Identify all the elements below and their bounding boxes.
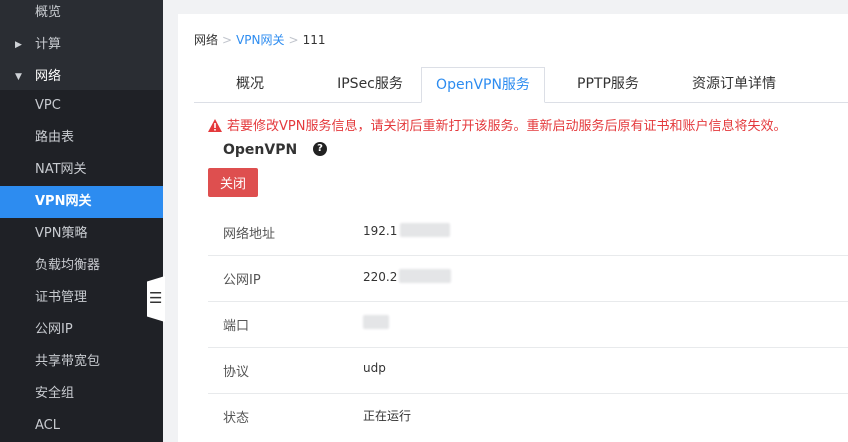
sidebar-item-label: VPN策略 — [35, 226, 88, 241]
tab-ipsec[interactable]: IPSec服务 — [319, 67, 421, 102]
sidebar-item-certificates[interactable]: 证书管理 — [0, 282, 163, 314]
close-service-button[interactable]: 关闭 — [208, 168, 258, 197]
sidebar-item-label: VPN网关 — [35, 194, 92, 209]
sidebar-item-shared-bandwidth[interactable]: 共享带宽包 — [0, 346, 163, 378]
sidebar-item-acl[interactable]: ACL — [0, 410, 163, 442]
sidebar-item-label: 负载均衡器 — [35, 258, 101, 273]
sidebar-item-vpc[interactable]: VPC — [0, 90, 163, 122]
list-collapse-icon: ☰ — [149, 289, 163, 307]
breadcrumb: 网络 > VPN网关 >111 — [194, 31, 325, 48]
detail-value: 正在运行 — [363, 409, 412, 423]
breadcrumb-separator: > — [288, 33, 299, 47]
sidebar-item-nat-gateway[interactable]: NAT网关 — [0, 154, 163, 186]
detail-value — [363, 315, 389, 330]
detail-row-public-ip: 公网IP 220.2 — [208, 255, 848, 302]
tab-order-details[interactable]: 资源订单详情 — [674, 67, 794, 102]
redacted-mask — [363, 315, 389, 329]
warning-icon — [208, 119, 222, 132]
sidebar-item-label: 共享带宽包 — [35, 354, 101, 369]
detail-row-network-address: 网络地址 192.1 — [208, 209, 848, 256]
tab-overview[interactable]: 概况 — [214, 67, 286, 102]
detail-value: 220.2 — [363, 269, 452, 284]
detail-value: udp — [363, 361, 386, 375]
sidebar-item-load-balancer[interactable]: 负载均衡器 — [0, 250, 163, 282]
sidebar-item-overview[interactable]: 概览 — [0, 0, 163, 29]
redacted-mask — [399, 269, 452, 283]
sidebar: 概览 ▶ 计算 ▼ 网络 VPC 路由表 NAT网关 VPN网关 VPN策略 负载均… — [0, 0, 163, 442]
tab-bar: 概况 IPSec服务 OpenVPN服务 PPTP服务 资源订单详情 — [194, 67, 848, 103]
sidebar-item-compute[interactable]: ▶ 计算 — [0, 29, 163, 61]
sidebar-item-network[interactable]: ▼ 网络 — [0, 61, 163, 93]
breadcrumb-root[interactable]: 网络 — [194, 33, 218, 47]
main-panel: 网络 > VPN网关 >111 概况 IPSec服务 OpenVPN服务 PPTP服务… — [178, 14, 848, 442]
sidebar-item-label: VPC — [35, 98, 61, 113]
sidebar-item-label: ACL — [35, 418, 60, 433]
sidebar-item-label: 路由表 — [35, 130, 75, 145]
tab-openvpn[interactable]: OpenVPN服务 — [421, 67, 545, 103]
breadcrumb-current: 111 — [302, 33, 326, 47]
sidebar-item-vpn-gateway[interactable]: VPN网关 — [0, 186, 163, 218]
sidebar-item-label: NAT网关 — [35, 162, 87, 177]
section-title: OpenVPN — [223, 142, 298, 158]
caret-right-icon: ▶ — [15, 40, 22, 50]
question-circle-icon[interactable]: ? — [313, 142, 327, 156]
sidebar-item-vpn-policy[interactable]: VPN策略 — [0, 218, 163, 250]
sidebar-collapse-handle[interactable]: ☰ — [147, 276, 165, 322]
warning-message: 若要修改VPN服务信息，请关闭后重新打开该服务。重新启动服务后原有证书和账户信息… — [208, 115, 786, 134]
detail-row-port: 端口 — [208, 301, 848, 348]
warning-text: 若要修改VPN服务信息，请关闭后重新打开该服务。重新启动服务后原有证书和账户信息… — [227, 119, 787, 134]
detail-label: 公网IP — [223, 273, 261, 288]
sidebar-item-security-group[interactable]: 安全组 — [0, 378, 163, 410]
sidebar-item-public-ip[interactable]: 公网IP — [0, 314, 163, 346]
sidebar-item-label: 公网IP — [35, 322, 73, 337]
detail-row-status: 状态 正在运行 — [208, 393, 848, 439]
sidebar-item-label: 安全组 — [35, 386, 75, 401]
tab-pptp[interactable]: PPTP服务 — [561, 67, 655, 102]
detail-value: 192.1 — [363, 223, 451, 238]
redacted-mask — [400, 223, 451, 237]
detail-label: 网络地址 — [223, 227, 276, 242]
detail-label: 协议 — [223, 365, 250, 380]
caret-down-icon: ▼ — [15, 72, 22, 82]
sidebar-item-label: 证书管理 — [35, 290, 88, 305]
breadcrumb-separator: > — [222, 33, 233, 47]
breadcrumb-parent[interactable]: VPN网关 — [236, 33, 284, 47]
sidebar-item-label: 网络 — [35, 69, 62, 84]
detail-row-protocol: 协议 udp — [208, 347, 848, 394]
detail-label: 端口 — [223, 319, 250, 334]
sidebar-item-label: 概览 — [35, 5, 62, 20]
sidebar-item-label: 计算 — [35, 37, 62, 52]
detail-label: 状态 — [223, 411, 250, 426]
sidebar-item-route-table[interactable]: 路由表 — [0, 122, 163, 154]
